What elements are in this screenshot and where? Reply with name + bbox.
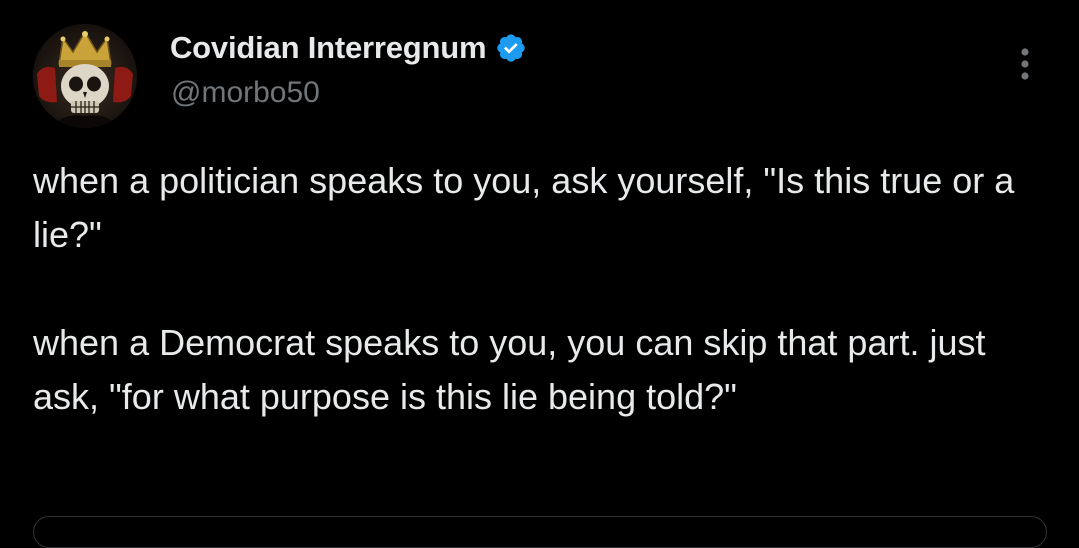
tweet-paragraph: when a politician speaks to you, ask you… <box>33 160 1015 255</box>
author-handle[interactable]: @morbo50 <box>171 76 320 110</box>
author-display-name[interactable]: Covidian Interregnum <box>170 30 487 66</box>
crowned-skull-avatar-icon <box>33 24 137 128</box>
more-options-icon <box>1021 48 1029 80</box>
tweet-paragraph: when a Democrat speaks to you, you can s… <box>33 322 986 417</box>
more-options-button[interactable] <box>1008 44 1042 84</box>
tweet-container: Covidian Interregnum @morbo50 when a pol… <box>0 0 1079 548</box>
avatar[interactable] <box>33 24 137 128</box>
verified-badge-icon <box>495 32 527 64</box>
author-name-row: Covidian Interregnum <box>170 26 527 70</box>
embedded-card[interactable] <box>33 516 1047 548</box>
tweet-text: when a politician speaks to you, ask you… <box>33 154 1043 424</box>
